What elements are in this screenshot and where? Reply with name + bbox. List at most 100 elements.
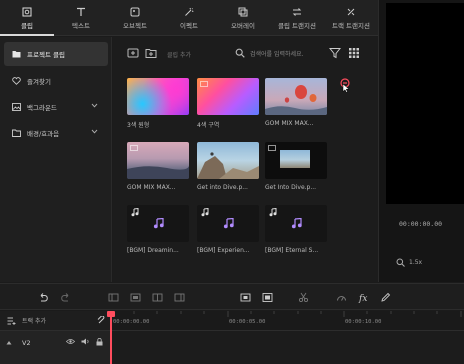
tab-track-transition[interactable]: 트랙 트랜지션: [324, 0, 378, 36]
heart-icon: [12, 77, 21, 85]
marker-icon[interactable]: [262, 292, 273, 303]
zoom-control[interactable]: 1.5x: [396, 258, 422, 267]
playhead-handle[interactable]: [107, 311, 115, 317]
tab-clip[interactable]: 클립: [0, 0, 54, 36]
balloon-image: [265, 85, 327, 115]
clip-thumbnail: [265, 78, 327, 115]
background-icon: [12, 103, 21, 111]
clip-caption: Get Into Dive.p...: [265, 184, 317, 191]
add-media-icon[interactable]: [127, 47, 139, 59]
clip-caption: 3색 원형: [127, 122, 150, 129]
audio-icon: [153, 218, 164, 229]
search-input[interactable]: 검색어를 입력하세요.: [250, 49, 304, 58]
clip-card[interactable]: Get Into Dive.p...: [265, 142, 327, 194]
add-track-icon[interactable]: [7, 317, 16, 325]
clip-transition-icon: [292, 7, 302, 16]
sidebar-item-background[interactable]: 백그라운드: [4, 95, 108, 119]
add-folder-icon[interactable]: [145, 47, 157, 59]
playhead[interactable]: [110, 311, 112, 364]
zoom-level: 1.5x: [409, 259, 423, 266]
clip-caption: Get into Dive.p...: [197, 184, 248, 191]
split-end-icon[interactable]: [174, 292, 185, 303]
split-middle-icon[interactable]: [152, 292, 163, 303]
clip-caption: [BGM] Experien...: [197, 247, 250, 254]
tab-label: 클립 트랜지션: [278, 21, 316, 30]
media-library: 클립 추가 검색어를 입력하세요. 3색 원형 4색 구역 GOM MIX MA…: [113, 37, 378, 282]
clip-thumbnail: [197, 142, 259, 179]
zoom-icon: [396, 258, 405, 267]
magnet-link-icon[interactable]: [97, 316, 106, 325]
sunset-image: [127, 166, 189, 179]
rock-image: [197, 152, 259, 179]
redo-icon[interactable]: [60, 292, 71, 303]
undo-icon[interactable]: [38, 292, 49, 303]
clip-caption: [BGM] Eternal S...: [265, 247, 319, 254]
clip-card[interactable]: 3색 원형: [127, 78, 189, 130]
search-box[interactable]: 검색어를 입력하세요.: [235, 46, 340, 60]
clip-card[interactable]: [BGM] Eternal S...: [265, 205, 327, 257]
eye-icon[interactable]: [66, 338, 75, 345]
edit-toolbar: fx: [0, 283, 464, 310]
screen-capture-icon[interactable]: [240, 292, 251, 303]
crop-icon[interactable]: [130, 292, 141, 303]
clip-card[interactable]: GOM MIX MAX...: [265, 78, 327, 130]
function-icon[interactable]: fx: [358, 292, 369, 303]
clip-card[interactable]: 4색 구역: [197, 78, 259, 130]
sidebar-item-label: 배경/효과음: [27, 130, 60, 138]
split-start-icon[interactable]: [108, 292, 119, 303]
chevron-down-icon[interactable]: [91, 103, 98, 108]
clip-caption: GOM MIX MAX...: [127, 184, 176, 191]
tab-label: 트랙 트랜지션: [332, 21, 370, 30]
track-lane[interactable]: [111, 331, 464, 364]
preview-timecode: 00:00:00.00: [399, 220, 443, 228]
sidebar-item-label: 즐겨찾기: [27, 78, 51, 86]
clip-card[interactable]: GOM MIX MAX...: [127, 142, 189, 194]
filter-icon[interactable]: [329, 47, 341, 59]
svg-text:fx: fx: [358, 294, 367, 303]
clip-thumbnail: [197, 205, 259, 242]
sidebar-item-label: 프로젝트 클립: [27, 51, 65, 59]
clip-caption: 4색 구역: [197, 122, 220, 129]
video-frame: [280, 150, 310, 168]
grid-view-icon[interactable]: [348, 47, 360, 59]
tab-text[interactable]: 텍스트: [54, 0, 108, 36]
tab-effect[interactable]: 이펙트: [162, 0, 216, 36]
sidebar-item-bgm-sfx[interactable]: 배경/효과음: [4, 121, 108, 145]
text-icon: [77, 7, 85, 16]
search-icon: [235, 48, 245, 58]
ruler-ticks: [111, 311, 462, 317]
tab-clip-transition[interactable]: 클립 트랜지션: [270, 0, 324, 36]
tab-overlay[interactable]: 오버레이: [216, 0, 270, 36]
track-transition-icon: [347, 8, 355, 15]
clip-card[interactable]: Get into Dive.p...: [197, 142, 259, 194]
image-type-icon: [200, 81, 208, 87]
clip-icon: [22, 7, 32, 16]
cursor-icon: [342, 83, 350, 93]
overlay-icon: [238, 7, 248, 16]
tab-label: 이펙트: [180, 21, 198, 30]
tab-label: 텍스트: [72, 21, 90, 30]
add-track-label[interactable]: 트랙 추가: [22, 316, 46, 325]
music-note-icon: [131, 208, 139, 217]
clip-thumbnail: [265, 205, 327, 242]
cut-icon[interactable]: [298, 292, 309, 303]
audio-icon: [223, 218, 234, 229]
clip-card[interactable]: [BGM] Experien...: [197, 205, 259, 257]
sidebar-item-project-clips[interactable]: 프로젝트 클립: [4, 42, 108, 66]
chevron-down-icon[interactable]: [91, 129, 98, 134]
clip-thumbnail: [127, 78, 189, 115]
video-type-icon: [268, 145, 276, 151]
preview-screen: [386, 3, 464, 204]
active-tab-indicator: [0, 34, 54, 36]
lock-icon[interactable]: [96, 338, 103, 346]
clip-card[interactable]: [BGM] Dreamin...: [127, 205, 189, 257]
clip-thumbnail: [127, 142, 189, 179]
sidebar-item-favorites[interactable]: 즐겨찾기: [4, 69, 108, 93]
timeline-ruler[interactable]: 00:00:00.00 00:00:05.00 00:00:10.00: [111, 311, 464, 330]
tab-object[interactable]: 오브젝트: [108, 0, 162, 36]
speed-icon[interactable]: [336, 292, 347, 303]
speaker-icon[interactable]: [81, 338, 90, 345]
collapse-track-icon[interactable]: [6, 340, 12, 345]
track-header-bar: 트랙 추가: [0, 311, 111, 330]
pen-icon[interactable]: [380, 292, 391, 303]
